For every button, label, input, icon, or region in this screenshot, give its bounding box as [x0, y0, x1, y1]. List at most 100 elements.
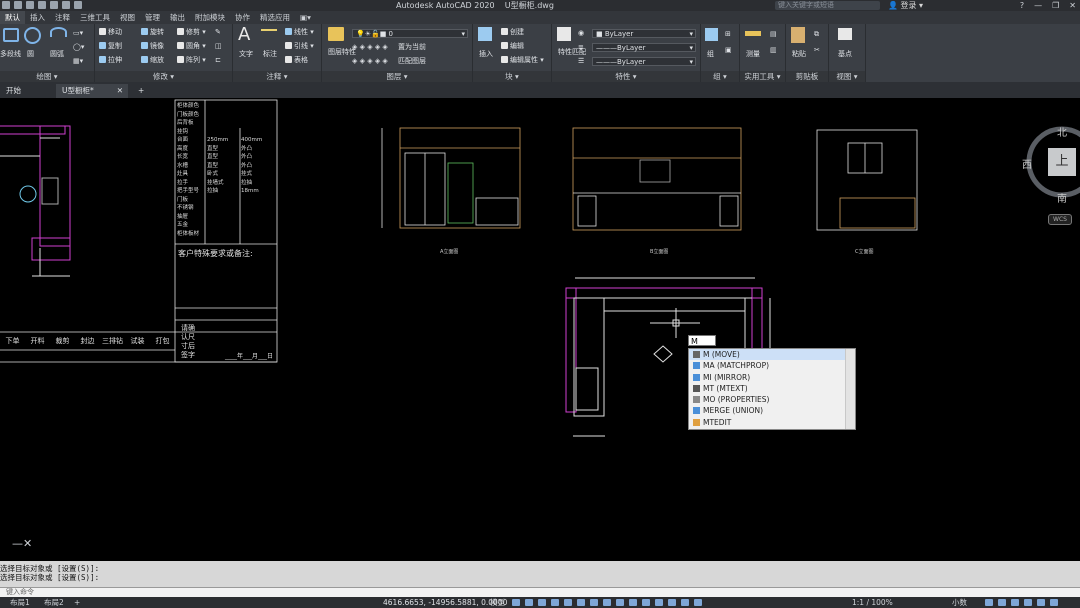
tab-start[interactable]: 开始	[0, 84, 56, 98]
tab-3d-tools[interactable]: 三维工具	[75, 11, 115, 24]
paste-button[interactable]: 粘贴	[792, 50, 806, 59]
new-file-icon[interactable]	[2, 1, 10, 9]
autocomplete-item[interactable]: MA (MATCHPROP)	[689, 360, 855, 371]
panel-clipboard-title[interactable]: 剪贴板	[786, 71, 828, 82]
edit-attributes-button[interactable]: 编辑属性 ▾	[501, 56, 544, 65]
autocomplete-scrollbar[interactable]	[845, 349, 855, 429]
tab-collaborate[interactable]: 协作	[230, 11, 255, 24]
measure-button[interactable]: 测量	[746, 50, 760, 59]
quick-properties-icon[interactable]	[985, 599, 993, 606]
plot-icon[interactable]	[50, 1, 58, 9]
measure-icon[interactable]	[745, 31, 761, 36]
tab-featured-apps[interactable]: 精选应用	[255, 11, 295, 24]
color-wheel-icon[interactable]: ◉	[578, 29, 584, 38]
tab-addins[interactable]: 附加模块	[190, 11, 230, 24]
dimension-icon[interactable]	[261, 29, 277, 41]
ungroup-icon[interactable]: ⊞	[725, 30, 731, 39]
hardware-accel-icon[interactable]	[1024, 599, 1032, 606]
ortho-toggle-icon[interactable]	[538, 599, 546, 606]
drawing-canvas[interactable]: 柜体颜色 门板颜色 后背板 挂钩 台面 高度 长宽 水槽 灶具 拉手 把手型号 …	[0, 98, 1080, 560]
undo-icon[interactable]	[62, 1, 70, 9]
insert-block-button[interactable]: 插入	[479, 50, 493, 59]
annotation-visibility-icon[interactable]	[681, 599, 689, 606]
ellipse-tool-icon[interactable]: ◯▾	[73, 43, 84, 52]
autocomplete-item[interactable]: MTEDIT	[689, 417, 855, 428]
lock-ui-icon[interactable]	[998, 599, 1006, 606]
command-input[interactable]: 键入命令	[0, 587, 1080, 597]
text-icon[interactable]: A	[238, 26, 256, 44]
group-button[interactable]: 组	[707, 50, 714, 59]
circle-button[interactable]: 圆	[27, 50, 34, 59]
3d-osnap-icon[interactable]	[629, 599, 637, 606]
tab-view[interactable]: 视图	[115, 11, 140, 24]
close-tab-icon[interactable]: ✕	[117, 84, 123, 98]
help-icon[interactable]: ?	[1020, 0, 1024, 11]
circle-icon[interactable]	[24, 27, 41, 44]
minimize-button[interactable]: —	[1034, 0, 1042, 11]
match-properties-icon[interactable]	[557, 27, 571, 41]
copy-clip-icon[interactable]: ⧉	[814, 30, 819, 39]
autocomplete-item[interactable]: MI (MIRROR)	[689, 372, 855, 383]
base-view-button[interactable]: 基点	[838, 50, 852, 59]
insert-block-icon[interactable]	[478, 27, 492, 41]
polyline-button[interactable]: 多段线	[0, 50, 21, 59]
dimension-button[interactable]: 标注	[263, 50, 277, 59]
edit-block-button[interactable]: 编辑	[501, 42, 524, 51]
close-command-icon[interactable]: —✕	[12, 537, 32, 550]
layer-tools-row2[interactable]: ◈ ◈ ◈ ◈ ◈ 匹配图层	[352, 57, 426, 66]
panel-modify-title[interactable]: 修改 ▾	[95, 71, 232, 82]
compass-north[interactable]: 北	[1057, 124, 1067, 139]
panel-utilities-title[interactable]: 实用工具 ▾	[740, 71, 785, 82]
login-button[interactable]: 👤 登录 ▾	[888, 0, 923, 11]
autocomplete-item[interactable]: MO (PROPERTIES)	[689, 394, 855, 405]
open-file-icon[interactable]	[14, 1, 22, 9]
clean-screen-icon[interactable]	[1037, 599, 1045, 606]
units-dropdown[interactable]: 小数	[952, 597, 967, 608]
save-as-icon[interactable]	[38, 1, 46, 9]
explode-icon[interactable]: ◫	[215, 42, 222, 51]
tab-default[interactable]: 默认	[0, 11, 25, 24]
search-input[interactable]: 键入关键字或短语	[775, 1, 880, 10]
customize-menu-icon[interactable]	[1050, 599, 1058, 606]
dyn-ucs-icon[interactable]	[642, 599, 650, 606]
tab-manage[interactable]: 管理	[140, 11, 165, 24]
array-button[interactable]: 阵列 ▾	[177, 56, 206, 65]
paste-icon[interactable]	[791, 27, 805, 43]
move-button[interactable]: 移动	[99, 28, 122, 37]
snap-toggle-icon[interactable]	[525, 599, 533, 606]
layer-dropdown[interactable]: 💡☀🔓■ 0 ▾	[352, 29, 468, 38]
scale-button[interactable]: 缩放	[141, 56, 164, 65]
dynamic-input[interactable]: M	[688, 335, 716, 346]
layer-tools-row1[interactable]: ◈ ◈ ◈ ◈ ◈ 置为当前	[352, 43, 426, 52]
grid-toggle-icon[interactable]	[512, 599, 520, 606]
transparency-toggle-icon[interactable]	[603, 599, 611, 606]
panel-block-title[interactable]: 块 ▾	[473, 71, 551, 82]
lineweight-dropdown[interactable]: ———ByLayer ▾	[592, 43, 696, 52]
group-select-icon[interactable]: ▣	[725, 46, 732, 55]
create-block-button[interactable]: 创建	[501, 28, 524, 37]
panel-layers-title[interactable]: 图层 ▾	[322, 71, 472, 82]
erase-icon[interactable]: ✎	[215, 28, 221, 37]
polyline-icon[interactable]	[3, 28, 19, 42]
tab-current-drawing[interactable]: U型橱柜* ✕	[56, 84, 128, 98]
annotation-scale[interactable]: 1:1 / 100%	[852, 597, 893, 608]
auto-scale-icon[interactable]	[694, 599, 702, 606]
linear-dim-button[interactable]: 线性 ▾	[285, 28, 314, 37]
maximize-button[interactable]: ❐	[1052, 0, 1059, 11]
calc-icon[interactable]: ▤	[770, 30, 777, 39]
hatch-tool-icon[interactable]: ▦▾	[73, 57, 83, 66]
compass-west[interactable]: 西	[1022, 156, 1032, 171]
panel-properties-title[interactable]: 特性 ▾	[552, 71, 700, 82]
panel-view-title[interactable]: 视图 ▾	[829, 71, 865, 82]
copy-button[interactable]: 复制	[99, 42, 122, 51]
offset-icon[interactable]: ⊏	[215, 56, 221, 65]
otrack-toggle-icon[interactable]	[577, 599, 585, 606]
table-button[interactable]: 表格	[285, 56, 308, 65]
add-layout-button[interactable]: +	[74, 597, 80, 608]
panel-annotation-title[interactable]: 注释 ▾	[233, 71, 321, 82]
close-button[interactable]: ✕	[1069, 0, 1076, 11]
wcs-menu[interactable]: WCS	[1048, 214, 1072, 225]
cut-clip-icon[interactable]: ✂	[814, 46, 820, 55]
autocomplete-item[interactable]: MERGE (UNION)	[689, 405, 855, 416]
tab-insert[interactable]: 插入	[25, 11, 50, 24]
